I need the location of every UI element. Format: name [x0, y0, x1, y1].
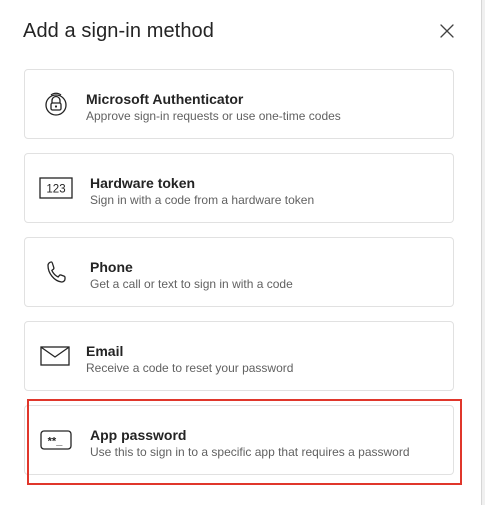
close-button[interactable] — [436, 20, 458, 42]
method-description: Approve sign-in requests or use one-time… — [86, 109, 341, 123]
authenticator-lock-icon — [38, 70, 74, 138]
add-sign-in-method-dialog: Add a sign-in method Microsoft Authentic… — [0, 0, 481, 505]
method-description: Sign in with a code from a hardware toke… — [90, 193, 315, 207]
method-name: Hardware token — [90, 175, 196, 191]
method-name: Email — [86, 343, 124, 359]
method-name: App password — [90, 427, 187, 443]
method-description: Use this to sign in to a specific app th… — [90, 445, 410, 459]
method-description: Receive a code to reset your password — [86, 361, 294, 375]
method-phone[interactable]: Phone Get a call or text to sign in with… — [24, 237, 454, 307]
method-microsoft-authenticator[interactable]: Microsoft Authenticator Approve sign-in … — [24, 69, 454, 139]
mail-icon — [37, 322, 73, 390]
phone-icon — [38, 238, 74, 306]
window-edge — [481, 0, 485, 505]
app-password-icon: **_ — [38, 406, 74, 474]
method-description: Get a call or text to sign in with a cod… — [90, 277, 293, 291]
method-name: Phone — [90, 259, 133, 275]
method-app-password[interactable]: **_ App password Use this to sign in to … — [24, 405, 454, 475]
hardware-token-icon: 123 — [38, 154, 74, 222]
dialog-title: Add a sign-in method — [23, 20, 215, 42]
method-name: Microsoft Authenticator — [86, 91, 244, 107]
method-email[interactable]: Email Receive a code to reset your passw… — [24, 321, 454, 391]
method-hardware-token[interactable]: 123 Hardware token Sign in with a code f… — [24, 153, 454, 223]
hardware-token-icon-text: 123 — [46, 184, 65, 196]
close-icon — [440, 24, 454, 38]
app-password-icon-text: **_ — [48, 436, 64, 448]
